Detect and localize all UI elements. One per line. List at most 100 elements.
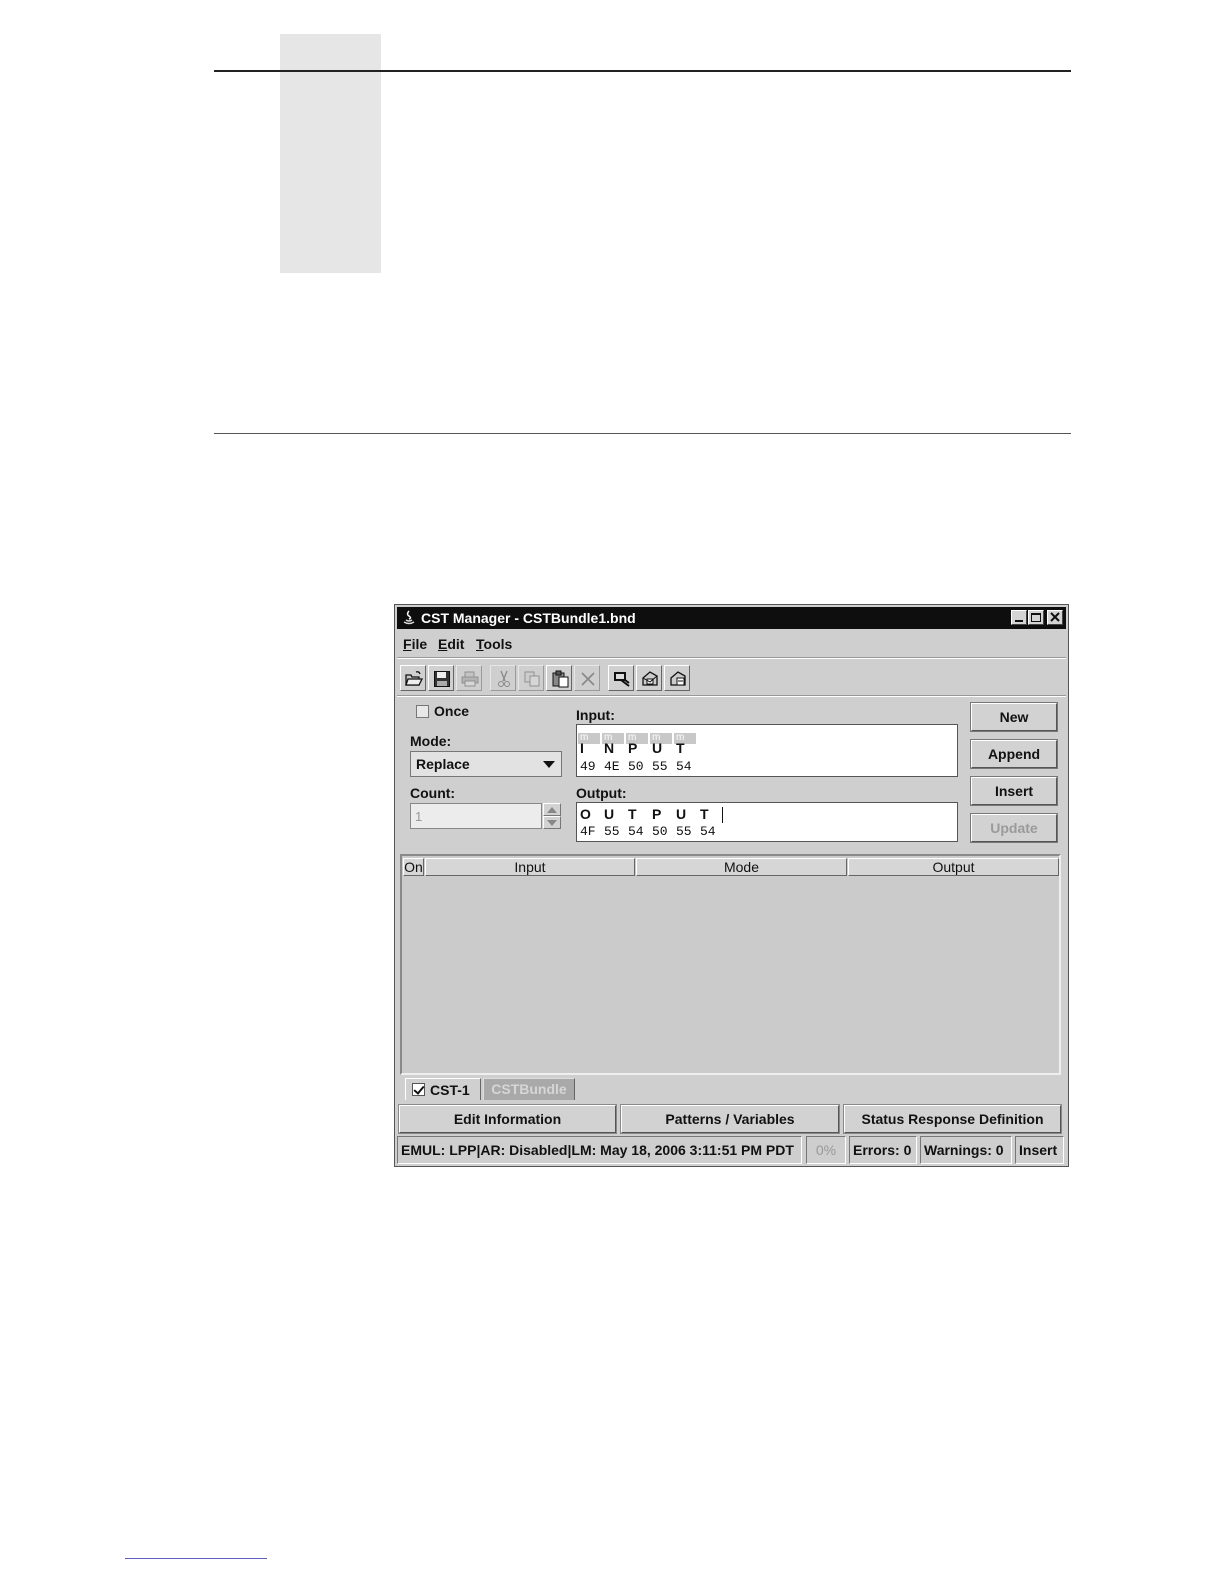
tool-b-icon: [642, 671, 658, 686]
page-top-rule: [214, 70, 1071, 72]
minimize-button[interactable]: [1011, 610, 1027, 625]
append-button[interactable]: Append: [970, 739, 1058, 769]
update-button[interactable]: Update: [970, 813, 1058, 843]
input-hex: 55: [652, 759, 668, 774]
count-label: Count:: [410, 785, 456, 801]
print-button[interactable]: [456, 665, 482, 691]
cut-icon: [498, 670, 510, 687]
output-char: U: [604, 806, 615, 822]
maximize-button[interactable]: [1028, 610, 1044, 625]
output-hex: 54: [628, 824, 644, 839]
output-char: O: [580, 806, 591, 822]
page-footer-rule: [125, 1558, 267, 1559]
output-hex: 55: [676, 824, 692, 839]
output-hex: 4F: [580, 824, 596, 839]
output-hex: 50: [652, 824, 668, 839]
toolbar-separator: [397, 695, 1066, 697]
open-folder-icon: [405, 671, 423, 686]
output-hex: 55: [604, 824, 620, 839]
tool-b-button[interactable]: [636, 665, 662, 691]
status-response-definition-button[interactable]: Status Response Definition: [843, 1104, 1062, 1134]
menu-bar: File Edit Tools: [397, 631, 1066, 657]
dropdown-arrow-icon: [543, 761, 555, 768]
input-hex: 54: [676, 759, 692, 774]
input-label: Input:: [576, 707, 615, 723]
menu-edit[interactable]: Edit: [438, 636, 464, 652]
close-icon: [1050, 612, 1060, 622]
input-char: U: [652, 740, 663, 756]
new-button[interactable]: New: [970, 702, 1058, 732]
close-button[interactable]: [1047, 610, 1063, 625]
column-header-input[interactable]: Input: [425, 858, 635, 876]
tab-enabled-checkbox[interactable]: [412, 1083, 425, 1096]
output-char: P: [652, 806, 662, 822]
tab-cstbundle[interactable]: CSTBundle: [483, 1078, 575, 1100]
output-char-row: OUTPUT: [580, 806, 724, 822]
cut-button[interactable]: [490, 665, 516, 691]
tool-a-button[interactable]: [608, 665, 634, 691]
input-editor[interactable]: mmmmm I NPUT 49 4E 50 55 54: [576, 724, 958, 777]
count-value: 1: [415, 809, 423, 824]
spinner-down-icon: [547, 820, 557, 826]
window-title: CST Manager - CSTBundle1.bnd: [421, 610, 636, 626]
open-button[interactable]: [400, 665, 426, 691]
insert-button[interactable]: Insert: [970, 776, 1058, 806]
tab-cst-1[interactable]: CST-1: [405, 1078, 481, 1100]
output-char: U: [676, 806, 687, 822]
input-char: I: [580, 740, 584, 756]
tool-a-icon: [614, 672, 630, 687]
title-bar[interactable]: CST Manager - CSTBundle1.bnd: [397, 607, 1066, 629]
copy-button[interactable]: [518, 665, 544, 691]
java-app-icon: [403, 610, 415, 625]
column-header-output[interactable]: Output: [848, 858, 1059, 876]
input-hex: 49: [580, 759, 596, 774]
menu-file[interactable]: File: [403, 636, 427, 652]
tool-c-icon: [670, 671, 686, 686]
save-icon: [434, 671, 450, 687]
delete-icon: [581, 672, 595, 686]
column-header-on[interactable]: On: [403, 858, 424, 876]
rules-table[interactable]: On Input Mode Output: [400, 854, 1061, 1075]
patterns-variables-button[interactable]: Patterns / Variables: [620, 1104, 840, 1134]
tab-cst-1-label: CST-1: [430, 1082, 470, 1098]
count-increment[interactable]: [543, 803, 561, 816]
status-progress: 0%: [806, 1136, 846, 1164]
output-hex-row: 4F 55 54 50 55 54: [580, 824, 724, 839]
paste-button[interactable]: [546, 665, 572, 691]
toolbar: [397, 661, 1066, 695]
status-info: EMUL: LPP|AR: Disabled|LM: May 18, 2006 …: [397, 1136, 802, 1164]
status-errors: Errors: 0: [849, 1136, 917, 1164]
menu-tools[interactable]: Tools: [476, 636, 512, 652]
cst-manager-window: CST Manager - CSTBundle1.bnd File Edit T…: [394, 604, 1069, 1167]
output-label: Output:: [576, 785, 627, 801]
text-caret: [722, 807, 723, 823]
save-button[interactable]: [428, 665, 454, 691]
mode-select-value: Replace: [416, 756, 470, 772]
mode-select[interactable]: Replace: [410, 751, 562, 777]
once-checkbox[interactable]: [416, 705, 429, 718]
output-editor[interactable]: OUTPUT 4F 55 54 50 55 54: [576, 802, 958, 842]
tool-c-button[interactable]: [664, 665, 690, 691]
output-hex: 54: [700, 824, 716, 839]
column-header-mode[interactable]: Mode: [636, 858, 847, 876]
edit-information-button[interactable]: Edit Information: [398, 1104, 617, 1134]
spinner-up-icon: [547, 807, 557, 813]
input-char: N: [604, 740, 615, 756]
input-char: P: [628, 740, 638, 756]
count-decrement[interactable]: [543, 816, 561, 829]
output-char: T: [700, 806, 709, 822]
copy-icon: [524, 671, 540, 687]
menu-separator: [397, 657, 1066, 659]
output-char: T: [628, 806, 637, 822]
mode-label: Mode:: [410, 733, 452, 749]
input-hex: 4E: [604, 759, 620, 774]
input-hex-row: 49 4E 50 55 54: [580, 759, 700, 774]
delete-button[interactable]: [574, 665, 600, 691]
input-char: T: [676, 740, 685, 756]
once-label: Once: [434, 703, 470, 719]
status-insert-mode: Insert: [1015, 1136, 1064, 1164]
count-field[interactable]: 1: [410, 803, 542, 829]
page-section-rule: [214, 433, 1071, 434]
input-mark-row: mmmmm: [578, 727, 698, 744]
paste-icon: [552, 670, 569, 688]
